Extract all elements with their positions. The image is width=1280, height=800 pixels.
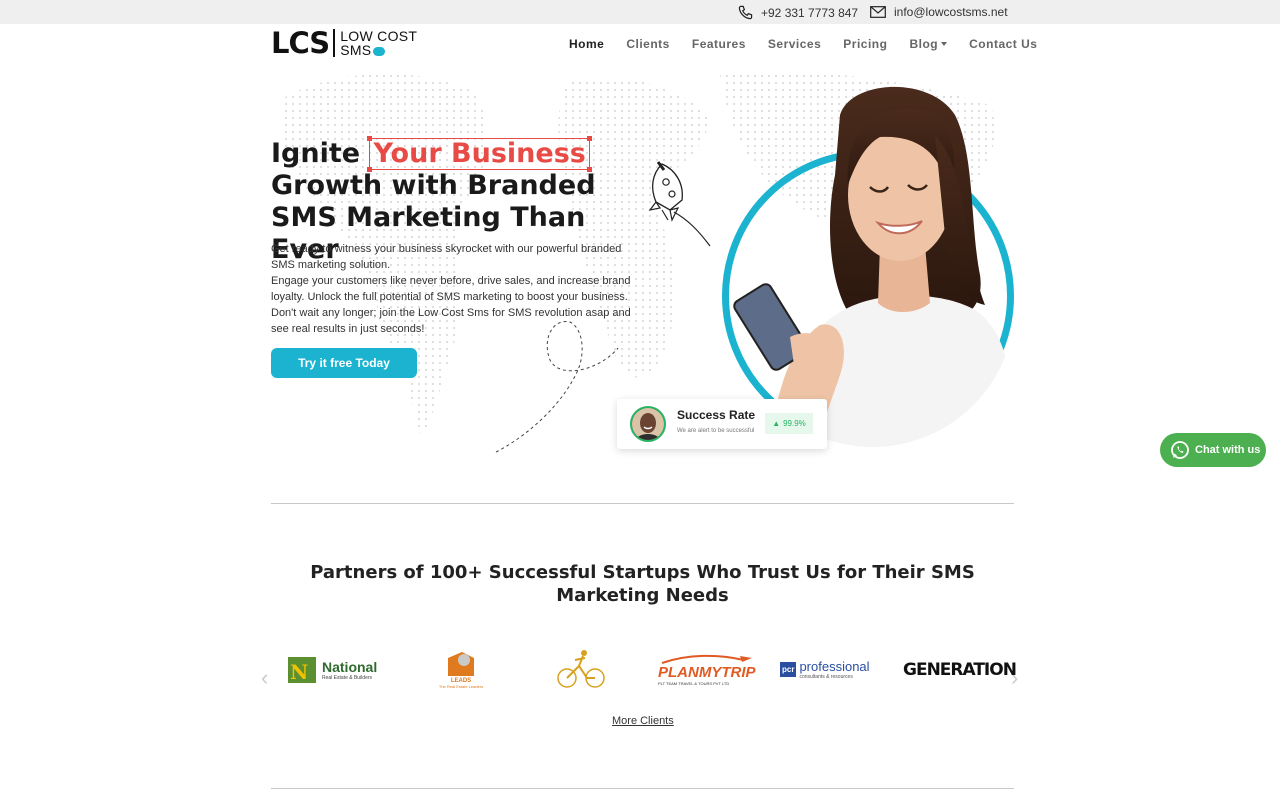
stat-title: Success Rate	[677, 408, 756, 422]
success-rate-card: Success Rate We are alert to be successf…	[617, 399, 827, 449]
pcr-badge-icon: pcr	[780, 662, 797, 677]
hero-title-prefix: Ignite	[271, 138, 370, 169]
client-logo-name: GENERATION	[903, 659, 1017, 680]
dashed-path-decoration	[495, 321, 619, 453]
nav-blog-label: Blog	[909, 37, 939, 51]
email-contact[interactable]: info@lowcostsms.net	[870, 5, 1008, 19]
client-logo-national[interactable]: N National Real Estate & Builders	[286, 642, 391, 697]
stat-value: 99.9%	[783, 419, 806, 428]
whatsapp-icon	[1171, 441, 1189, 459]
national-emblem-icon: N	[288, 656, 316, 684]
nav-contact-us[interactable]: Contact Us	[969, 37, 1037, 51]
hero-woman-photo	[730, 75, 1015, 447]
nav-clients[interactable]: Clients	[626, 37, 670, 51]
triangle-up-icon: ▲	[772, 419, 781, 428]
logo-line-1: LOW COST	[340, 28, 418, 44]
try-free-button[interactable]: Try it free Today	[271, 348, 417, 378]
client-logo-tagline: The Real Estate Leaders	[438, 684, 484, 689]
hero-title-highlight-text: Your Business	[373, 138, 586, 169]
envelope-icon	[870, 6, 886, 18]
client-logo-professional[interactable]: pcr professional consultants & resources	[780, 642, 885, 697]
client-logo-generation[interactable]: GENERATION	[903, 642, 1017, 697]
client-logo-name: professional	[799, 659, 870, 674]
logo-divider	[333, 29, 336, 57]
section-divider	[271, 503, 1014, 504]
client-logo-planmytrip[interactable]: PLANMYTRIP PLT TEAM TRAVEL & TOURS PVT L…	[658, 642, 758, 697]
logo-wordmark: LOW COST SMS	[340, 29, 417, 57]
nav-services[interactable]: Services	[768, 37, 821, 51]
phone-contact[interactable]: +92 331 7773 847	[738, 5, 858, 20]
client-logo-leads[interactable]: LEADS The Real Estate Leaders	[431, 642, 491, 697]
partners-heading: Partners of 100+ Successful Startups Who…	[310, 562, 975, 606]
stat-subtitle: We are alert to be successful	[677, 428, 755, 434]
nav-features[interactable]: Features	[692, 37, 746, 51]
plane-swoosh-icon	[661, 654, 752, 664]
nav-home[interactable]: Home	[569, 37, 604, 51]
chevron-left-icon[interactable]: ‹	[261, 665, 268, 691]
cyclist-emblem-icon	[557, 649, 605, 688]
hero-title-highlight: Your Business	[367, 136, 592, 172]
avatar	[630, 406, 666, 442]
nav-pricing[interactable]: Pricing	[843, 37, 887, 51]
client-logo-carousel: N National Real Estate & Builders LEADS …	[283, 642, 1017, 697]
top-contact-bar: +92 331 7773 847 info@lowcostsms.net	[0, 0, 1280, 24]
main-navigation: Home Clients Features Services Pricing B…	[569, 37, 1059, 51]
whatsapp-chat-button[interactable]: Chat with us	[1160, 433, 1266, 467]
client-logo-cyclist[interactable]	[551, 642, 611, 697]
client-logo-tagline: consultants & resources	[799, 674, 853, 680]
chat-bubble-icon	[373, 46, 386, 56]
client-logo-name: PLANMYTRIP	[658, 663, 756, 681]
leads-emblem-icon	[448, 652, 474, 676]
phone-icon	[738, 5, 753, 20]
email-address[interactable]: info@lowcostsms.net	[894, 5, 1008, 19]
client-logo-tagline: Real Estate & Builders	[322, 674, 373, 681]
more-clients-link[interactable]: More Clients	[612, 715, 674, 727]
client-logo-name: National	[322, 658, 378, 675]
phone-number[interactable]: +92 331 7773 847	[761, 6, 858, 20]
svg-text:N: N	[290, 660, 308, 684]
logo-mark: LCS	[271, 26, 330, 60]
client-logo-tagline: PLT TEAM TRAVEL & TOURS PVT LTD	[658, 680, 730, 686]
status-badge: ▲ 99.9%	[765, 413, 813, 434]
rocket-icon	[648, 161, 711, 247]
section-divider	[271, 788, 1014, 789]
whatsapp-label: Chat with us	[1195, 444, 1261, 456]
chevron-down-icon	[941, 42, 948, 46]
logo-line-2: SMS	[340, 42, 372, 58]
brand-logo[interactable]: LCS LOW COST SMS	[271, 28, 417, 58]
nav-blog[interactable]: Blog	[909, 37, 948, 51]
